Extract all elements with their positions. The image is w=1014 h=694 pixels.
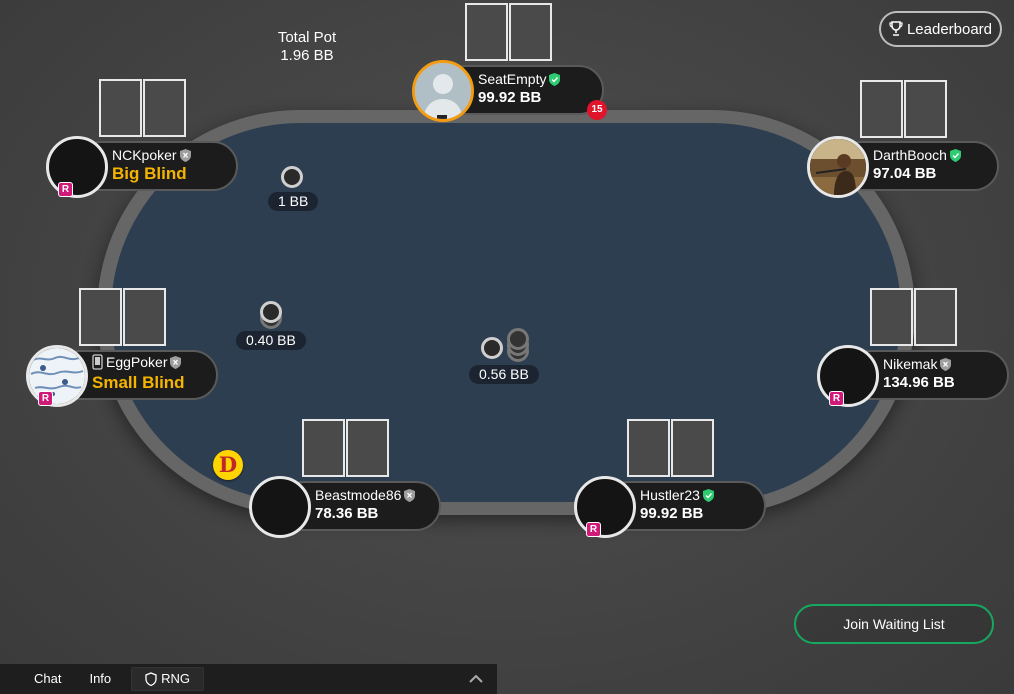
dealer-button: D — [213, 450, 243, 480]
total-pot-label: Total Pot — [277, 29, 337, 46]
seat-beastmode86[interactable]: Beastmode86 78.36 BB — [249, 476, 441, 538]
hole-card-back — [346, 419, 389, 477]
player-name: DarthBooch — [873, 147, 961, 163]
tab-info[interactable]: Info — [75, 664, 125, 694]
verified-shield-icon — [702, 488, 714, 502]
hole-card-back — [860, 80, 903, 138]
player-name: Nikemak — [883, 356, 952, 372]
hole-card-back — [914, 288, 957, 346]
shield-icon — [145, 672, 157, 686]
player-stack: Big Blind — [112, 164, 187, 183]
small-blind-bet: 0.40 BB — [236, 331, 306, 350]
avatar — [412, 60, 474, 122]
seat-hustler23[interactable]: Hustler23 99.92 BB R — [574, 476, 766, 538]
unverified-shield-icon — [170, 355, 182, 369]
pot-amount: 0.56 BB — [469, 365, 539, 384]
hole-card-back — [99, 79, 142, 137]
avatar — [574, 476, 636, 538]
mobile-icon — [92, 354, 103, 370]
rng-label: RNG — [161, 671, 191, 686]
leaderboard-label: Leaderboard — [906, 20, 993, 38]
seat-darthbooch[interactable]: DarthBooch 97.04 BB — [807, 136, 999, 198]
hole-card-back — [123, 288, 166, 346]
player-name-text: EggPoker — [106, 354, 168, 370]
player-name: SeatEmpty — [478, 71, 561, 87]
player-name-text: Nikemak — [883, 356, 938, 372]
hole-card-back — [627, 419, 670, 477]
leaderboard-button[interactable]: Leaderboard — [879, 11, 1002, 47]
player-stack: 99.92 BB — [478, 89, 542, 106]
r-badge: R — [38, 391, 53, 406]
unverified-shield-icon — [404, 488, 416, 502]
total-pot: Total Pot 1.96 BB — [262, 29, 352, 65]
player-name: EggPoker — [92, 354, 182, 370]
player-stack: 99.92 BB — [640, 505, 704, 522]
tab-rng[interactable]: RNG — [131, 667, 205, 691]
trophy-icon — [889, 21, 903, 36]
player-stack: Small Blind — [92, 373, 185, 392]
avatar — [249, 476, 311, 538]
player-name-text: Beastmode86 — [315, 487, 402, 503]
timer-badge: 15 — [587, 100, 607, 120]
player-name: NCKpoker — [112, 147, 191, 163]
r-badge: R — [58, 182, 73, 197]
hole-card-back — [904, 80, 947, 138]
player-name-text: NCKpoker — [112, 147, 177, 163]
join-waiting-list-button[interactable]: Join Waiting List — [794, 604, 994, 644]
seat-nikemak[interactable]: Nikemak 134.96 BB R — [817, 345, 1009, 407]
bottom-bar: Chat Info RNG — [0, 664, 497, 694]
avatar — [46, 136, 108, 198]
player-name: Beastmode86 — [315, 487, 416, 503]
player-stack: 134.96 BB — [883, 374, 955, 391]
seat-nckpoker[interactable]: NCKpoker Big Blind R — [46, 136, 238, 198]
avatar — [807, 136, 869, 198]
chip-icon — [481, 337, 503, 359]
player-name: Hustler23 — [640, 487, 714, 503]
tab-chat[interactable]: Chat — [0, 664, 75, 694]
chip-stack-icon — [507, 328, 529, 350]
verified-shield-icon — [549, 72, 561, 86]
hole-card-back — [143, 79, 186, 137]
player-photo-avatar — [810, 139, 866, 195]
hole-card-back — [79, 288, 122, 346]
player-stack: 78.36 BB — [315, 505, 379, 522]
hole-card-back — [870, 288, 913, 346]
unverified-shield-icon — [179, 148, 191, 162]
r-badge: R — [829, 391, 844, 406]
player-stack: 97.04 BB — [873, 165, 937, 182]
avatar — [26, 345, 88, 407]
unverified-shield-icon — [940, 357, 952, 371]
chevron-up-icon[interactable] — [469, 672, 483, 686]
hole-card-back — [671, 419, 714, 477]
seat-eggpoker[interactable]: EggPoker Small Blind R — [26, 345, 218, 407]
hole-card-back — [509, 3, 552, 61]
poker-table-view: Total Pot 1.96 BB Leaderboard SeatEmpty … — [0, 0, 1014, 694]
hole-card-back — [302, 419, 345, 477]
chip-icon — [281, 166, 303, 188]
seat-seatempty[interactable]: SeatEmpty 99.92 BB 15 — [412, 60, 607, 122]
player-name-text: Hustler23 — [640, 487, 700, 503]
big-blind-bet: 1 BB — [268, 192, 319, 211]
hole-card-back — [465, 3, 508, 61]
avatar — [817, 345, 879, 407]
total-pot-value: 1.96 BB — [280, 47, 334, 64]
chip-icon — [260, 301, 282, 323]
r-badge: R — [586, 522, 601, 537]
verified-shield-icon — [949, 148, 961, 162]
player-name-text: DarthBooch — [873, 147, 947, 163]
player-name-text: SeatEmpty — [478, 71, 547, 87]
default-avatar-icon — [415, 63, 471, 119]
